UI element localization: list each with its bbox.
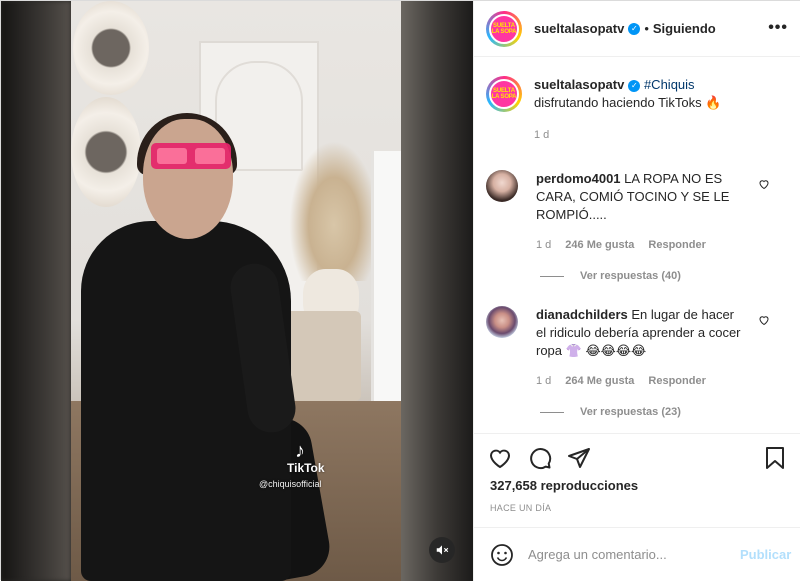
emoji-icon[interactable]: [490, 543, 514, 567]
post-dialog: ♪ TikTok @chiquisofficial SUELTA LA SOPA…: [0, 0, 800, 581]
speaker-muted-icon: [436, 545, 449, 555]
caption-text-block: sueltalasopatv ✓ #Chiquis disfrutando hac…: [534, 76, 721, 144]
video-player[interactable]: ♪ TikTok @chiquisofficial: [1, 1, 473, 581]
comment-time[interactable]: 1 d: [536, 236, 551, 254]
like-heart-icon[interactable]: [488, 446, 512, 470]
comment-avatar[interactable]: [486, 306, 518, 338]
add-comment-bar: Publicar: [474, 527, 800, 581]
comment-input[interactable]: [528, 547, 726, 562]
comment-icon[interactable]: [528, 446, 552, 470]
reply-button[interactable]: Responder: [648, 372, 705, 390]
caption-time[interactable]: 1 d: [534, 126, 721, 144]
tiktok-handle: @chiquisofficial: [259, 479, 322, 489]
avatar[interactable]: SUELTA LA SOPA: [486, 10, 522, 47]
pampas-grass: [289, 141, 379, 281]
view-replies-label: Ver respuestas (23): [580, 406, 681, 418]
comment-item: dianadchilders En lugar de hacer el ridi…: [486, 306, 786, 390]
post-date[interactable]: HACE UN DÍA: [490, 503, 551, 513]
comment-meta: 1 d 246 Me gusta Responder: [536, 236, 746, 254]
wall-mirror: [73, 1, 149, 95]
verified-icon: ✓: [628, 22, 641, 35]
reply-button[interactable]: Responder: [648, 236, 705, 254]
replies-line: [540, 411, 564, 413]
mute-button[interactable]: [429, 537, 455, 563]
follow-status-button[interactable]: Siguiendo: [653, 21, 716, 36]
header-username[interactable]: sueltalasopatv: [534, 21, 624, 36]
comment-likes[interactable]: 246 Me gusta: [565, 236, 634, 254]
tiktok-watermark-text: TikTok: [287, 461, 325, 475]
view-replies-label: Ver respuestas (40): [580, 270, 681, 282]
post-header: SUELTA LA SOPA sueltalasopatv ✓ • Siguie…: [474, 1, 800, 57]
bookmark-icon[interactable]: [764, 446, 786, 470]
comment-likes[interactable]: 264 Me gusta: [565, 372, 634, 390]
view-replies-button[interactable]: Ver respuestas (40): [540, 270, 681, 282]
view-count[interactable]: 327,658 reproducciones: [490, 478, 638, 493]
comment-emojis: 👚 😂😂😂😂: [565, 343, 647, 358]
comment-time[interactable]: 1 d: [536, 372, 551, 390]
wall-mirror: [71, 97, 141, 207]
verified-icon: ✓: [628, 80, 641, 92]
avatar-logo-text: SUELTA LA SOPA: [491, 22, 517, 35]
caption-hashtag[interactable]: #Chiquis: [644, 77, 695, 92]
pink-glasses: [151, 143, 231, 169]
video-frame[interactable]: [71, 1, 403, 581]
share-send-icon[interactable]: [567, 446, 591, 470]
avatar[interactable]: SUELTA LA SOPA: [486, 76, 522, 112]
caption-username[interactable]: sueltalasopatv: [534, 77, 624, 92]
more-options-icon[interactable]: •••: [768, 19, 788, 37]
tiktok-watermark: ♪ TikTok: [287, 441, 325, 475]
post-sidebar: SUELTA LA SOPA sueltalasopatv ✓ • Siguie…: [473, 1, 800, 581]
view-replies-button[interactable]: Ver respuestas (23): [540, 406, 681, 418]
comment-item: perdomo4001 LA ROPA NO ES CARA, COMIÓ TO…: [486, 170, 786, 254]
video-blur-right: [401, 1, 473, 581]
replies-line: [540, 275, 564, 277]
publish-button[interactable]: Publicar: [740, 547, 791, 562]
post-caption: SUELTA LA SOPA sueltalasopatv ✓ #Chiquis …: [486, 76, 786, 144]
like-comment-icon[interactable]: [758, 178, 770, 190]
comment-username[interactable]: perdomo4001: [536, 171, 621, 186]
comment-username[interactable]: dianadchilders: [536, 307, 628, 322]
comment-meta: 1 d 264 Me gusta Responder: [536, 372, 746, 390]
comment-avatar[interactable]: [486, 170, 518, 202]
tiktok-icon: ♪: [295, 440, 305, 462]
person-head: [143, 119, 233, 239]
video-blur-left: [1, 1, 71, 581]
comments-list[interactable]: SUELTA LA SOPA sueltalasopatv ✓ #Chiquis …: [474, 58, 800, 432]
fire-emoji: 🔥: [705, 95, 722, 110]
caption-text: disfrutando haciendo TikToks: [534, 95, 702, 110]
action-bar: [474, 433, 800, 479]
side-table: [281, 311, 361, 401]
header-separator: •: [644, 21, 649, 36]
like-comment-icon[interactable]: [758, 314, 770, 326]
